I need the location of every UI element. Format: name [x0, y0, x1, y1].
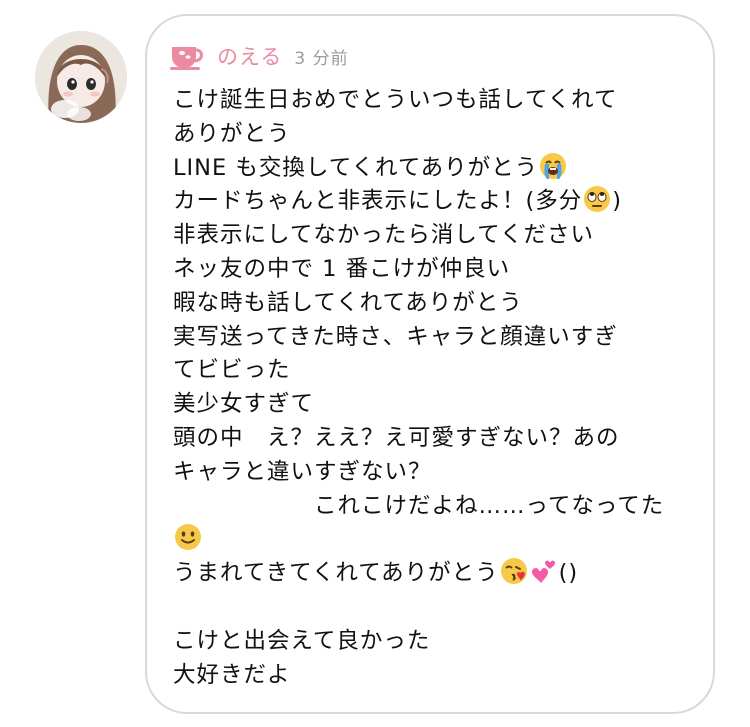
message-text: うまれてきてくれてありがとう — [173, 560, 499, 587]
message-line: ありがとう — [173, 120, 291, 147]
message-bubble[interactable]: のえる 3 分前 こけ誕生日おめでとういつも話してくれて ありがとう LINE … — [145, 14, 715, 714]
message-line: 美少女すぎて — [173, 391, 315, 418]
teacup-icon — [169, 41, 207, 71]
message-line: てビビった — [173, 357, 291, 384]
message-body: こけ誕生日おめでとういつも話してくれて ありがとう LINE も交換してくれてあ… — [173, 84, 703, 692]
loudly-crying-face-emoji — [539, 152, 567, 180]
message-line: キャラと違いすぎない？ — [173, 458, 432, 485]
slightly-smiling-face-emoji — [174, 523, 202, 551]
message-line: 大好きだよ — [173, 661, 291, 688]
message-line: 暇な時も話してくれてありがとう — [173, 289, 523, 316]
message-header: のえる 3 分前 — [169, 36, 349, 76]
message-view: のえる 3 分前 こけ誕生日おめでとういつも話してくれて ありがとう LINE … — [0, 0, 750, 727]
timestamp: 3 分前 — [294, 48, 349, 69]
message-line: LINE も交換してくれてありがとう — [173, 152, 703, 186]
message-line: これこけだよね……ってなってた — [173, 492, 665, 519]
message-text: LINE も交換してくれてありがとう — [173, 154, 539, 181]
message-line: 頭の中 え？ええ？え可愛すぎない？あの — [173, 424, 620, 451]
message-line: こけ誕生日おめでとういつも話してくれて — [173, 87, 618, 113]
message-line: こけと出会えて良かった — [173, 627, 431, 654]
message-line: うまれてきてくれてありがとう () — [173, 557, 703, 591]
message-text: カードちゃんと非表示にしたよ！(多分 — [173, 188, 583, 215]
message-line: ネッ友の中で 1 番こけが仲良い — [173, 255, 511, 282]
message-line: カードちゃんと非表示にしたよ！(多分) — [173, 185, 703, 219]
avatar-illustration — [35, 31, 127, 123]
sender-name[interactable]: のえる — [217, 41, 282, 71]
message-text: () — [558, 560, 579, 587]
avatar[interactable] — [35, 31, 127, 123]
two-hearts-emoji — [530, 557, 558, 585]
message-text: ) — [612, 188, 623, 215]
face-with-rolling-eyes-emoji — [583, 185, 611, 213]
face-blowing-a-kiss-emoji — [500, 557, 528, 585]
message-line: 実写送ってきた時さ、キャラと顔違いすぎ — [173, 323, 618, 350]
message-line: 非表示にしてなかったら消してください — [173, 222, 594, 249]
message-line — [173, 523, 703, 557]
